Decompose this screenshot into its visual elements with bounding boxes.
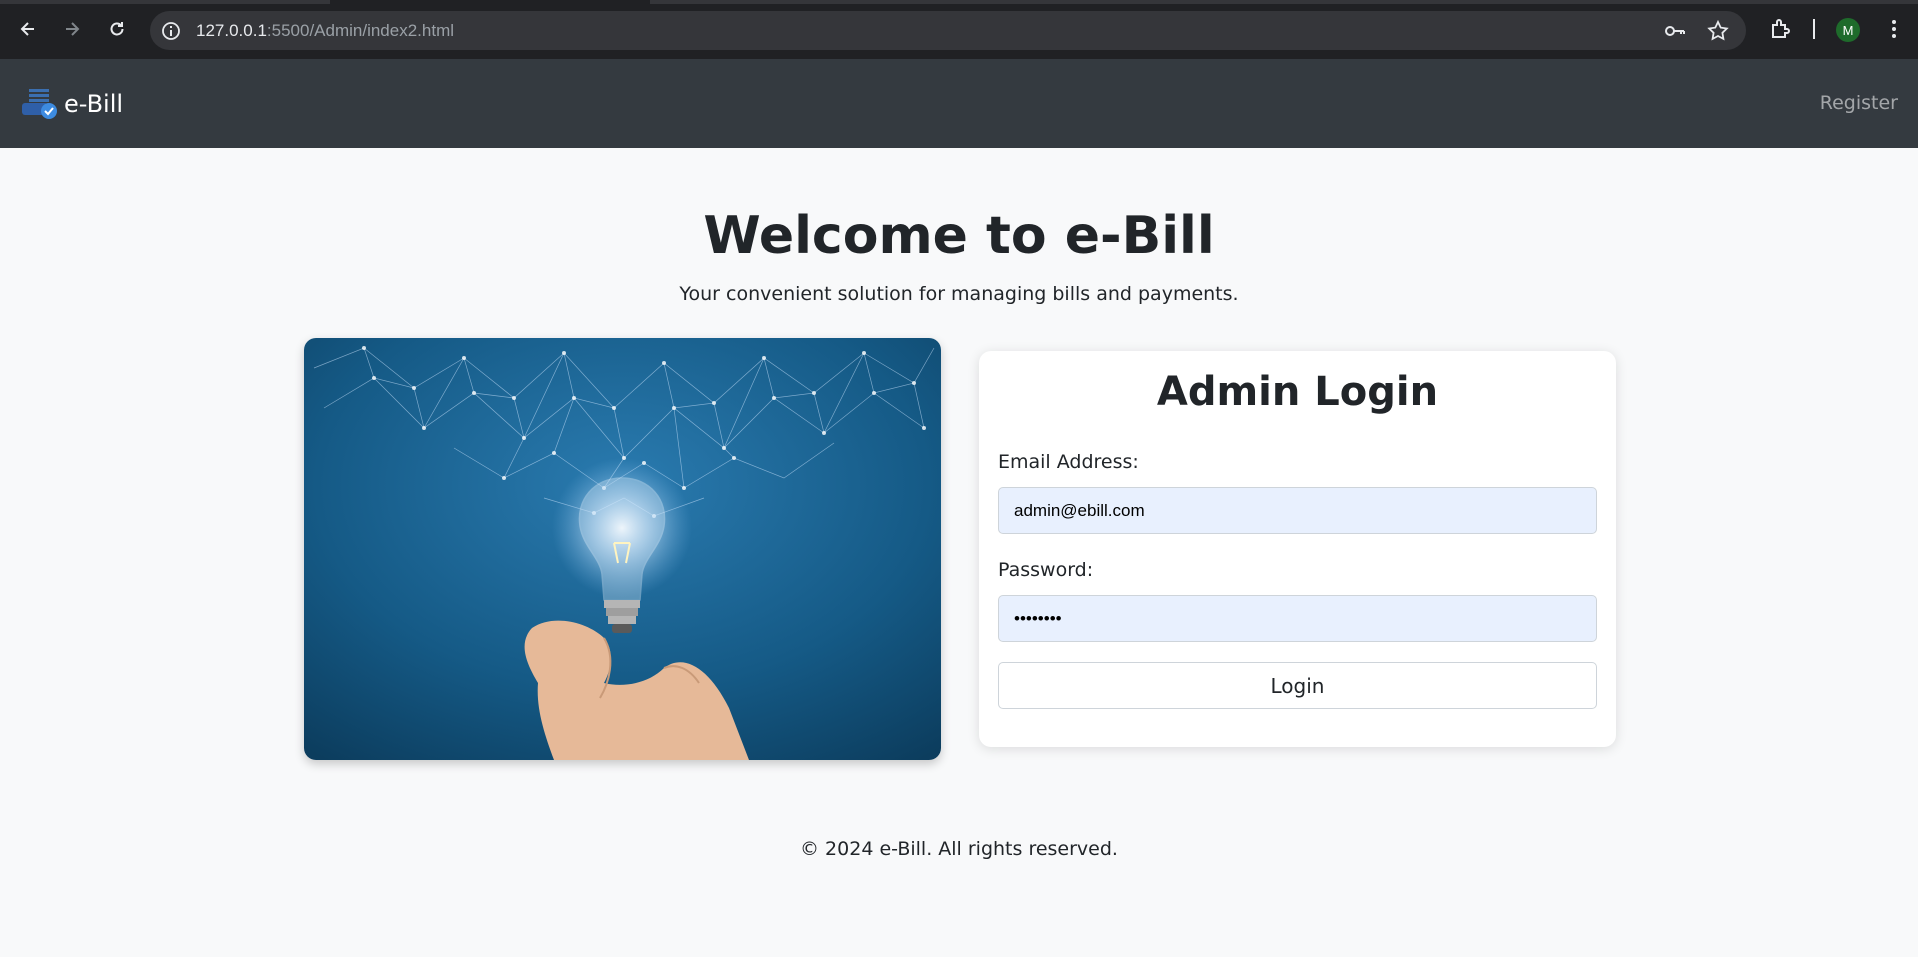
password-label: Password: (998, 559, 1094, 581)
password-field[interactable]: •••••••• (998, 595, 1597, 642)
brand-link[interactable]: e-Bill (20, 87, 123, 121)
ebill-logo-icon (22, 89, 57, 119)
tab-strip (0, 0, 1918, 4)
toolbar-divider (1813, 19, 1815, 39)
back-icon[interactable] (13, 14, 43, 44)
email-field[interactable]: admin@ebill.com (998, 487, 1597, 534)
email-label: Email Address: (998, 451, 1139, 473)
reload-icon[interactable] (102, 14, 132, 44)
extensions-icon[interactable] (1768, 16, 1794, 42)
brand-name: e-Bill (64, 90, 124, 118)
key-icon[interactable] (1663, 19, 1687, 43)
forward-icon[interactable] (57, 14, 87, 44)
site-navbar: e-Bill Register (0, 59, 1918, 148)
register-link[interactable]: Register (1820, 92, 1898, 114)
browser-menu-icon[interactable] (1881, 16, 1907, 42)
address-bar[interactable]: 127.0.0.1:5500/Admin/index2.html (150, 11, 1746, 50)
bookmark-star-icon[interactable] (1706, 19, 1730, 43)
profile-avatar[interactable]: M (1836, 18, 1860, 42)
hero-image (304, 338, 941, 760)
footer-copyright: © 2024 e-Bill. All rights reserved. (800, 838, 1118, 860)
page-title: Welcome to e-Bill (703, 206, 1215, 266)
url-text: 127.0.0.1:5500/Admin/index2.html (196, 21, 455, 40)
login-button[interactable]: Login (998, 662, 1597, 709)
browser-toolbar: 127.0.0.1:5500/Admin/index2.html M (0, 0, 1918, 59)
login-card: Admin Login Email Address: admin@ebill.c… (979, 351, 1616, 747)
page-subtitle: Your convenient solution for managing bi… (679, 283, 1239, 305)
login-title: Admin Login (1156, 369, 1439, 415)
site-info-icon[interactable] (160, 20, 182, 42)
